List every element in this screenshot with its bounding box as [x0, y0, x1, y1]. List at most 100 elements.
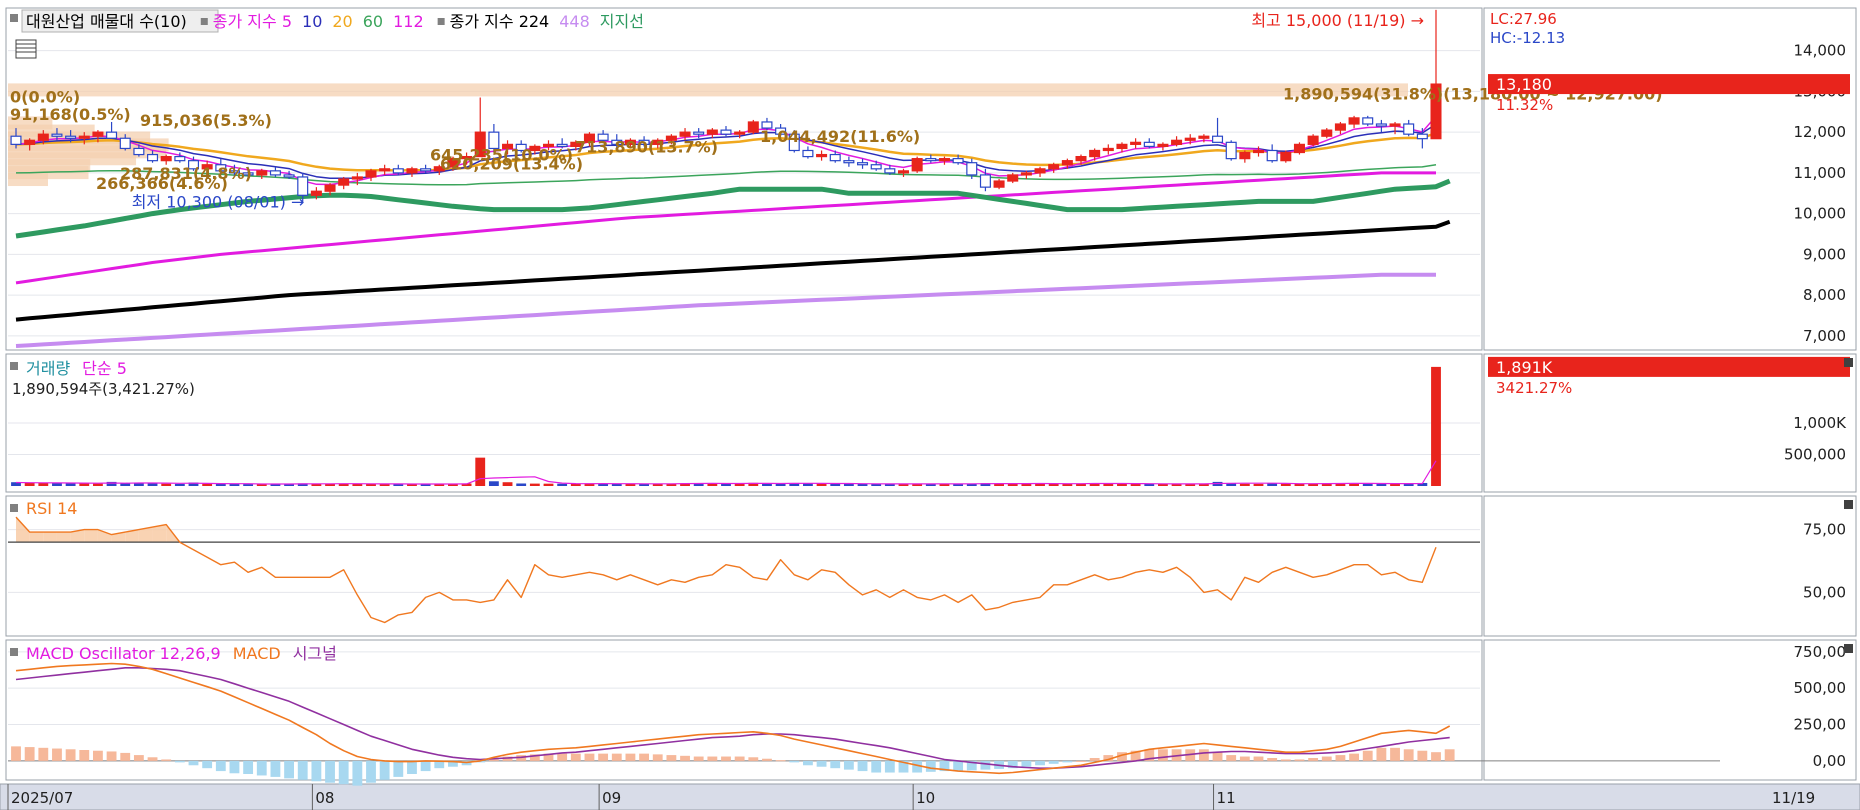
- volume-bar: [120, 483, 131, 486]
- price-legend-item[interactable]: 대원산업 매물대 수(10): [26, 12, 187, 31]
- candle[interactable]: [1293, 142, 1305, 155]
- macd-legend-item[interactable]: MACD: [233, 644, 281, 663]
- macd-oscillator-bar: [243, 760, 254, 774]
- price-legend-item[interactable]: 112: [393, 12, 424, 31]
- rsi-tick-label: 75,00: [1803, 521, 1846, 539]
- macd-oscillator-bar: [174, 760, 185, 763]
- price-tick-label: 12,000: [1794, 123, 1847, 141]
- volume-bar: [93, 483, 103, 486]
- macd-oscillator-bar: [38, 747, 49, 761]
- price-legend-item[interactable]: 448: [559, 12, 590, 31]
- macd-oscillator-bar: [52, 748, 62, 761]
- candle-body: [1184, 137, 1196, 141]
- volume-bar: [215, 483, 226, 486]
- macd-oscillator-bar: [734, 756, 745, 761]
- candle-body: [1102, 147, 1114, 152]
- rsi-overbought-fill: [43, 532, 57, 543]
- candle-body: [925, 158, 937, 162]
- volume-bar: [488, 481, 499, 486]
- price-legend-item[interactable]: 10: [302, 12, 322, 31]
- macd-oscillator-bar: [297, 760, 308, 780]
- macd-oscillator-bar: [721, 756, 731, 761]
- candle-body: [816, 153, 828, 158]
- rsi-close-icon[interactable]: [1844, 500, 1853, 509]
- axis-rsi: [1483, 495, 1857, 637]
- hc-label: HC:-12.13: [1490, 29, 1565, 47]
- macd-oscillator-bar: [570, 753, 581, 761]
- macd-tick-label: 750,00: [1794, 643, 1847, 661]
- candle-body: [92, 131, 104, 137]
- candle-body: [1171, 139, 1183, 145]
- table-icon[interactable]: [15, 39, 37, 59]
- candle-body: [1143, 141, 1155, 148]
- candle-body: [133, 147, 145, 156]
- macd-legend-item[interactable]: MACD Oscillator 12,26,9: [26, 644, 221, 663]
- macd-oscillator-bar: [147, 757, 158, 761]
- macd-oscillator-bar: [857, 760, 868, 772]
- volume-bar: [529, 483, 540, 486]
- candle-body: [966, 162, 978, 176]
- candle-body: [324, 184, 336, 192]
- volume-tick-label: 500,000: [1784, 446, 1846, 464]
- candle[interactable]: [1225, 140, 1237, 161]
- candle-body: [1348, 117, 1360, 125]
- volume-bar: [1253, 483, 1264, 486]
- volume-profile-label: 1,044,492(11.6%): [760, 127, 920, 146]
- candle-body: [802, 149, 814, 158]
- chart-window: 0(0.0%) 91,168(0.5%) 915,036(5.3%) 287,831(…: [0, 0, 1860, 810]
- candle[interactable]: [1307, 134, 1319, 147]
- macd-oscillator-bar: [1376, 747, 1387, 761]
- rsi-tick-label: 50,00: [1803, 583, 1846, 601]
- price-legend-item[interactable]: 지지선: [600, 12, 644, 31]
- price-legend-item[interactable]: 60: [363, 12, 383, 31]
- macd-oscillator-bar: [639, 753, 649, 761]
- volume-bar: [161, 483, 172, 486]
- candle-body: [1375, 123, 1387, 127]
- price-tick-label: 14,000: [1794, 42, 1847, 60]
- price-legend-item[interactable]: 20: [332, 12, 352, 31]
- volume-bar: [52, 483, 62, 486]
- candle[interactable]: [993, 179, 1005, 190]
- macd-oscillator-bar: [925, 760, 936, 772]
- candle[interactable]: [911, 156, 923, 173]
- candle[interactable]: [1321, 128, 1333, 139]
- candle-body: [160, 155, 172, 162]
- price-tick-label: 9,000: [1803, 245, 1846, 263]
- candle[interactable]: [1280, 150, 1292, 163]
- macd-close-icon[interactable]: [1844, 644, 1853, 653]
- volume-close-icon[interactable]: [1844, 358, 1853, 367]
- volume-profile-label: 91,168(0.5%): [10, 105, 131, 124]
- candle-body: [269, 170, 281, 176]
- candle[interactable]: [1007, 172, 1019, 184]
- macd-oscillator-bar: [420, 760, 431, 772]
- candle[interactable]: [747, 119, 759, 135]
- candle-body: [1416, 133, 1428, 140]
- rsi-legend-item[interactable]: RSI 14: [26, 499, 77, 518]
- candle-body: [51, 133, 63, 137]
- macd-oscillator-bar: [707, 756, 718, 761]
- price-legend-item[interactable]: 종가 지수 224: [450, 12, 550, 31]
- candle-body: [720, 129, 732, 135]
- macd-oscillator-bar: [1253, 756, 1264, 761]
- macd-oscillator-bar: [1362, 750, 1373, 761]
- macd-oscillator-bar: [843, 760, 854, 770]
- macd-oscillator-bar: [1444, 749, 1455, 761]
- volume-legend-item[interactable]: 거래량: [26, 359, 70, 378]
- candle-body: [1307, 135, 1319, 145]
- rsi-overbought-fill: [29, 532, 44, 543]
- macd-oscillator-bar: [775, 760, 786, 762]
- stock-chart[interactable]: 0(0.0%)91,168(0.5%) 915,036(5.3%)287,831(…: [0, 0, 1860, 810]
- macd-legend-item[interactable]: 시그널: [293, 644, 337, 663]
- candle-body: [1034, 168, 1046, 174]
- volume-legend-marker: [10, 362, 18, 370]
- candle-body: [174, 155, 186, 162]
- macd-oscillator-bar: [1021, 760, 1032, 767]
- price-legend-item[interactable]: 종가 지수 5: [213, 12, 292, 31]
- volume-legend-item[interactable]: 단순 5: [82, 359, 127, 378]
- candle[interactable]: [1362, 115, 1374, 127]
- candle-body: [283, 174, 295, 178]
- macd-oscillator-bar: [980, 760, 991, 770]
- volume-bar: [475, 457, 486, 486]
- candle-body: [1007, 174, 1019, 182]
- macd-oscillator-bar: [1035, 760, 1045, 766]
